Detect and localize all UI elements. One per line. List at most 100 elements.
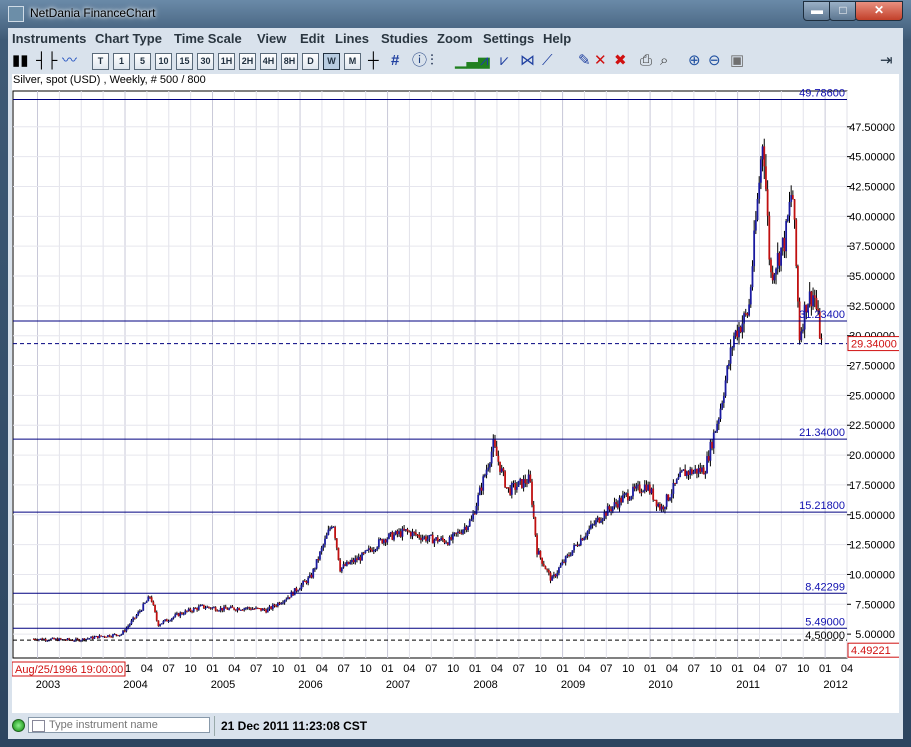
interval-15m-button[interactable]: 15 [176,53,193,70]
menu-help[interactable]: Help [543,31,571,46]
candle-body [554,574,557,577]
menu-studies[interactable]: Studies [381,31,428,46]
zoom-out-icon[interactable]: ⊖ [708,52,721,70]
draw-trendline-icon[interactable]: ⩘ [480,52,488,70]
candle-body [457,531,459,534]
price-chart[interactable]: 01 04 07 10 01 04 07 10 01 04 07 10 01 04 07 10 01 04 07 10… [12,74,899,713]
dock-panel-icon[interactable]: ⇥ [880,52,893,70]
interval-5m-button[interactable]: 5 [134,53,151,70]
chart-area[interactable]: Silver, spot (USD) , Weekly, # 500 / 800… [12,74,899,713]
interval-30m-button[interactable]: 30 [197,53,214,70]
menu-time-scale[interactable]: Time Scale [174,31,242,46]
menu-zoom[interactable]: Zoom [437,31,472,46]
candle-body [770,259,772,273]
menu-settings[interactable]: Settings [483,31,534,46]
draw-channel-icon[interactable]: ⩗ [500,52,508,70]
bar-chart-icon[interactable]: ┤├ [36,52,57,70]
delete-icon[interactable]: ✕ [594,52,607,70]
x-tick-label-month: 10 [272,663,284,675]
interval-weekly-button[interactable]: W [323,53,340,70]
candle-body [598,517,601,523]
interval-4h-button[interactable]: 4H [260,53,277,70]
candle-body [790,195,793,202]
candlestick-chart-icon[interactable]: ▮▮ [12,52,29,70]
candle-body [426,538,429,541]
print-preview-icon[interactable]: ⌕ [660,52,668,70]
x-tick-label-month: 01 [556,663,568,675]
interval-daily-button[interactable]: D [302,53,319,70]
menu-lines[interactable]: Lines [335,31,369,46]
candle-body [233,607,236,610]
studies-icon[interactable]: ⫶ [430,52,434,70]
candle-body [455,532,458,534]
candle-body [544,566,547,570]
candle-body [499,461,501,472]
candle-body [628,499,631,501]
candle-body [314,568,316,570]
y-tick-label: 45.00000 [849,152,895,164]
interval-monthly-button[interactable]: M [344,53,361,70]
candle-body [408,531,411,533]
menu-edit[interactable]: Edit [300,31,325,46]
candle-body [452,533,454,540]
interval-1h-button[interactable]: 1H [218,53,235,70]
menu-view[interactable]: View [257,31,286,46]
cursor-date-label: Aug/25/1996 19:00:00 [15,664,123,676]
candle-body [687,471,690,475]
candle-body [187,608,190,612]
candle-body [155,612,158,621]
y-tick-label: 25.00000 [849,390,895,402]
line-chart-icon[interactable]: 〰 [62,52,77,70]
level-label: 49.78600 [799,88,845,100]
zoom-reset-icon[interactable]: ▣ [730,52,744,70]
candle-body [160,623,163,625]
candle-body [218,610,220,612]
menu-chart-type[interactable]: Chart Type [95,31,162,46]
candle-body [793,199,796,220]
candle-body [716,423,719,432]
maximize-button[interactable]: □ [829,1,857,21]
candle-body [771,272,774,281]
print-icon[interactable]: ⎙ [640,52,652,70]
info-icon[interactable]: ⓘ [412,52,427,70]
close-button[interactable]: ✕ [855,1,903,21]
candle-body [483,474,486,477]
candle-body [650,488,653,494]
x-tick-label-year: 2011 [736,679,760,691]
candle-body [738,326,740,338]
x-tick-label-month: 07 [250,663,262,675]
candle-body [753,230,756,267]
interval-10m-button[interactable]: 10 [155,53,172,70]
candle-body [298,589,301,591]
candle-body [399,531,402,537]
draw-fibonacci-icon[interactable]: ⋈ [520,52,535,70]
delete-all-icon[interactable]: ✖ [614,52,627,70]
candle-body [552,574,555,577]
candle-body [140,610,143,612]
y-tick-label: 35.00000 [849,271,895,283]
candle-body [117,635,119,637]
zoom-in-icon[interactable]: ⊕ [688,52,701,70]
draw-line-icon[interactable]: ⟋ [542,52,553,70]
candle-body [674,482,676,484]
interval-tick-button[interactable]: T [92,53,109,70]
draw-pencil-icon[interactable]: ✎ [578,52,591,70]
candle-body [682,469,685,471]
candle-body [813,295,816,298]
candle-body [332,526,335,528]
minimize-button[interactable]: ▬ [803,1,831,21]
interval-8h-button[interactable]: 8H [281,53,298,70]
candle-body [443,539,446,543]
candle-body [711,441,713,449]
candle-body [113,634,116,636]
menu-instruments[interactable]: Instruments [12,31,86,46]
candle-body [780,247,782,266]
instrument-search-input[interactable] [28,717,210,733]
candle-body [202,604,205,609]
interval-1m-button[interactable]: 1 [113,53,130,70]
grid-icon[interactable]: # [391,52,399,70]
candle-body [211,607,214,609]
crosshair-icon[interactable]: ┼ [368,52,379,70]
candle-body [763,146,766,167]
interval-2h-button[interactable]: 2H [239,53,256,70]
